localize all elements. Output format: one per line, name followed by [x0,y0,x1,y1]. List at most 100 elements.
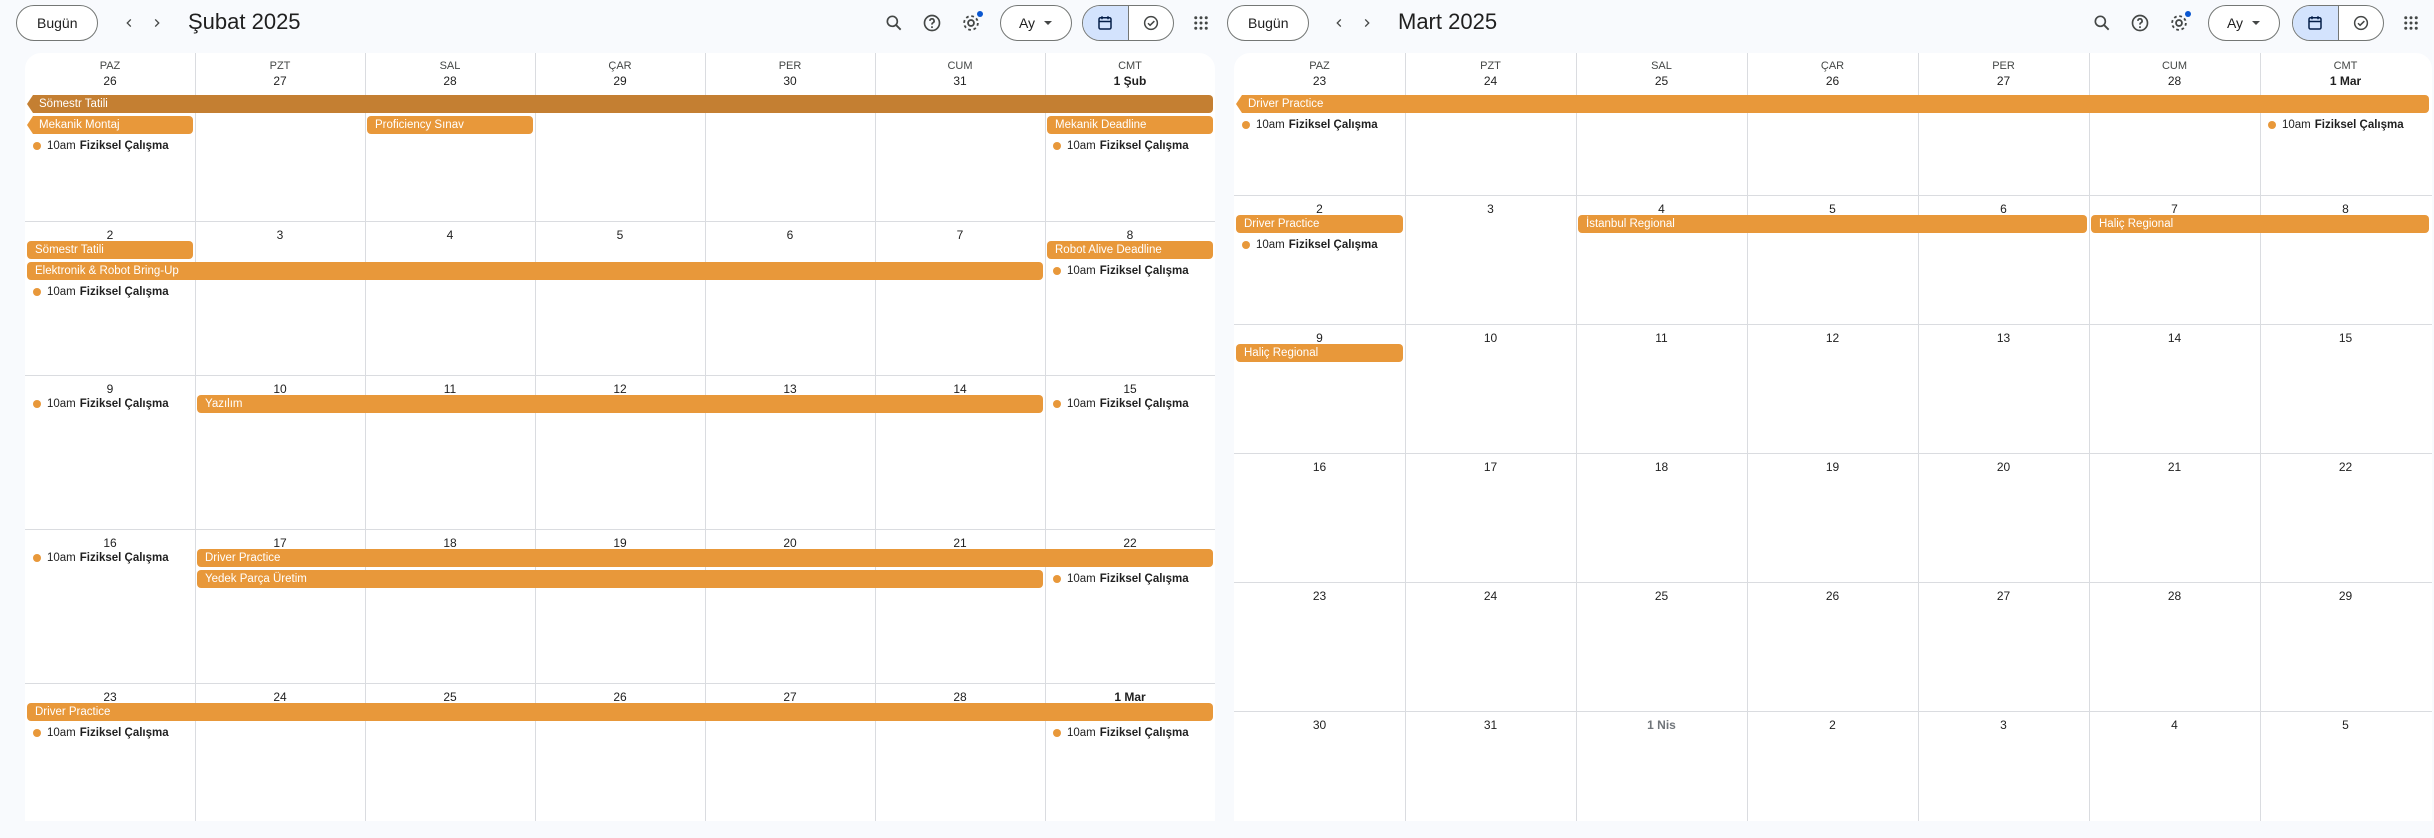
day-number[interactable]: 18 [365,536,535,550]
day-number[interactable]: 4 [365,228,535,242]
day-number[interactable]: 27 [1918,589,2089,603]
timed-event[interactable]: 10am Fiziksel Çalışma [33,284,169,300]
day-number[interactable]: 31 [1405,718,1576,732]
day-number[interactable]: 30 [705,74,875,88]
timed-event[interactable]: 10am Fiziksel Çalışma [1242,237,1378,253]
day-number[interactable]: 25 [365,690,535,704]
tasks-view-button[interactable] [1127,6,1174,40]
day-number[interactable]: 5 [2260,718,2431,732]
day-number[interactable]: 30 [1234,718,1405,732]
day-number[interactable]: 11 [1576,331,1747,345]
day-number[interactable]: 23 [1234,589,1405,603]
day-number[interactable]: 7 [2089,202,2260,216]
timed-event[interactable]: 10am Fiziksel Çalışma [1242,117,1378,133]
day-number[interactable]: 24 [1405,74,1576,88]
day-number[interactable]: 10 [195,382,365,396]
search-button[interactable] [2087,8,2117,38]
settings-button[interactable] [2164,8,2194,38]
event-chip[interactable]: Sömestr Tatili [27,241,193,259]
day-number[interactable]: 6 [705,228,875,242]
day-number[interactable]: 21 [2089,460,2260,474]
day-number[interactable]: 5 [535,228,705,242]
day-number[interactable]: 6 [1918,202,2089,216]
day-number[interactable]: 27 [705,690,875,704]
day-number[interactable]: 14 [2089,331,2260,345]
day-number[interactable]: 24 [1405,589,1576,603]
day-number[interactable]: 27 [195,74,365,88]
day-number[interactable]: 8 [1045,228,1215,242]
previous-month-button[interactable] [115,9,143,37]
timed-event[interactable]: 10am Fiziksel Çalışma [33,396,169,412]
day-number[interactable]: 9 [1234,331,1405,345]
day-number[interactable]: 17 [195,536,365,550]
timed-event[interactable]: 10am Fiziksel Çalışma [1053,396,1189,412]
timed-event[interactable]: 10am Fiziksel Çalışma [1053,263,1189,279]
day-number[interactable]: 2 [25,228,195,242]
event-chip[interactable]: Driver Practice [1236,95,2429,113]
timed-event[interactable]: 10am Fiziksel Çalışma [1053,138,1189,154]
day-number[interactable]: 11 [365,382,535,396]
event-chip[interactable]: Yedek Parça Üretim [197,570,1043,588]
calendar-view-button[interactable] [2293,6,2338,40]
day-number[interactable]: 16 [25,536,195,550]
day-number[interactable]: 8 [2260,202,2431,216]
timed-event[interactable]: 10am Fiziksel Çalışma [1053,571,1189,587]
help-button[interactable] [2125,8,2155,38]
day-number[interactable]: 10 [1405,331,1576,345]
day-number[interactable]: 20 [705,536,875,550]
day-number[interactable]: 5 [1747,202,1918,216]
day-number[interactable]: 23 [1234,74,1405,88]
apps-button[interactable] [2396,8,2426,38]
next-month-button[interactable] [143,9,171,37]
day-number[interactable]: 12 [1747,331,1918,345]
timed-event[interactable]: 10am Fiziksel Çalışma [1053,725,1189,741]
help-button[interactable] [917,8,947,38]
search-button[interactable] [879,8,909,38]
day-number[interactable]: 19 [1747,460,1918,474]
previous-month-button[interactable] [1325,9,1353,37]
day-number[interactable]: 29 [2260,589,2431,603]
day-number[interactable]: 21 [875,536,1045,550]
day-number[interactable]: 1 Mar [1045,690,1215,704]
day-number[interactable]: 27 [1918,74,2089,88]
next-month-button[interactable] [1353,9,1381,37]
day-number[interactable]: 26 [535,690,705,704]
day-number[interactable]: 9 [25,382,195,396]
day-number[interactable]: 25 [1576,589,1747,603]
day-number[interactable]: 19 [535,536,705,550]
event-chip[interactable]: Mekanik Montaj [27,116,193,134]
timed-event[interactable]: 10am Fiziksel Çalışma [2268,117,2404,133]
day-number[interactable]: 15 [2260,331,2431,345]
day-number[interactable]: 26 [1747,589,1918,603]
day-number[interactable]: 18 [1576,460,1747,474]
day-number[interactable]: 12 [535,382,705,396]
timed-event[interactable]: 10am Fiziksel Çalışma [33,550,169,566]
day-number[interactable]: 22 [2260,460,2431,474]
event-chip[interactable]: İstanbul Regional [1578,215,2087,233]
day-number[interactable]: 26 [25,74,195,88]
day-number[interactable]: 1 Mar [2260,74,2431,88]
day-number[interactable]: 20 [1918,460,2089,474]
event-chip[interactable]: Driver Practice [197,549,1213,567]
day-number[interactable]: 4 [2089,718,2260,732]
event-chip[interactable]: Haliç Regional [2091,215,2429,233]
day-number[interactable]: 23 [25,690,195,704]
day-number[interactable]: 28 [875,690,1045,704]
day-number[interactable]: 14 [875,382,1045,396]
tasks-view-button[interactable] [2337,6,2384,40]
view-select[interactable]: Ay [2208,5,2280,41]
view-select[interactable]: Ay [1000,5,1072,41]
event-chip[interactable]: Mekanik Deadline [1047,116,1213,134]
day-number[interactable]: 7 [875,228,1045,242]
today-button[interactable]: Bugün [16,5,99,41]
event-chip[interactable]: Haliç Regional [1236,344,1403,362]
day-number[interactable]: 28 [2089,589,2260,603]
settings-button[interactable] [956,8,986,38]
apps-button[interactable] [1186,8,1216,38]
event-chip[interactable]: Driver Practice [27,703,1213,721]
day-number[interactable]: 16 [1234,460,1405,474]
event-chip[interactable]: Elektronik & Robot Bring-Up [27,262,1043,280]
day-number[interactable]: 22 [1045,536,1215,550]
day-number[interactable]: 4 [1576,202,1747,216]
day-number[interactable]: 13 [705,382,875,396]
